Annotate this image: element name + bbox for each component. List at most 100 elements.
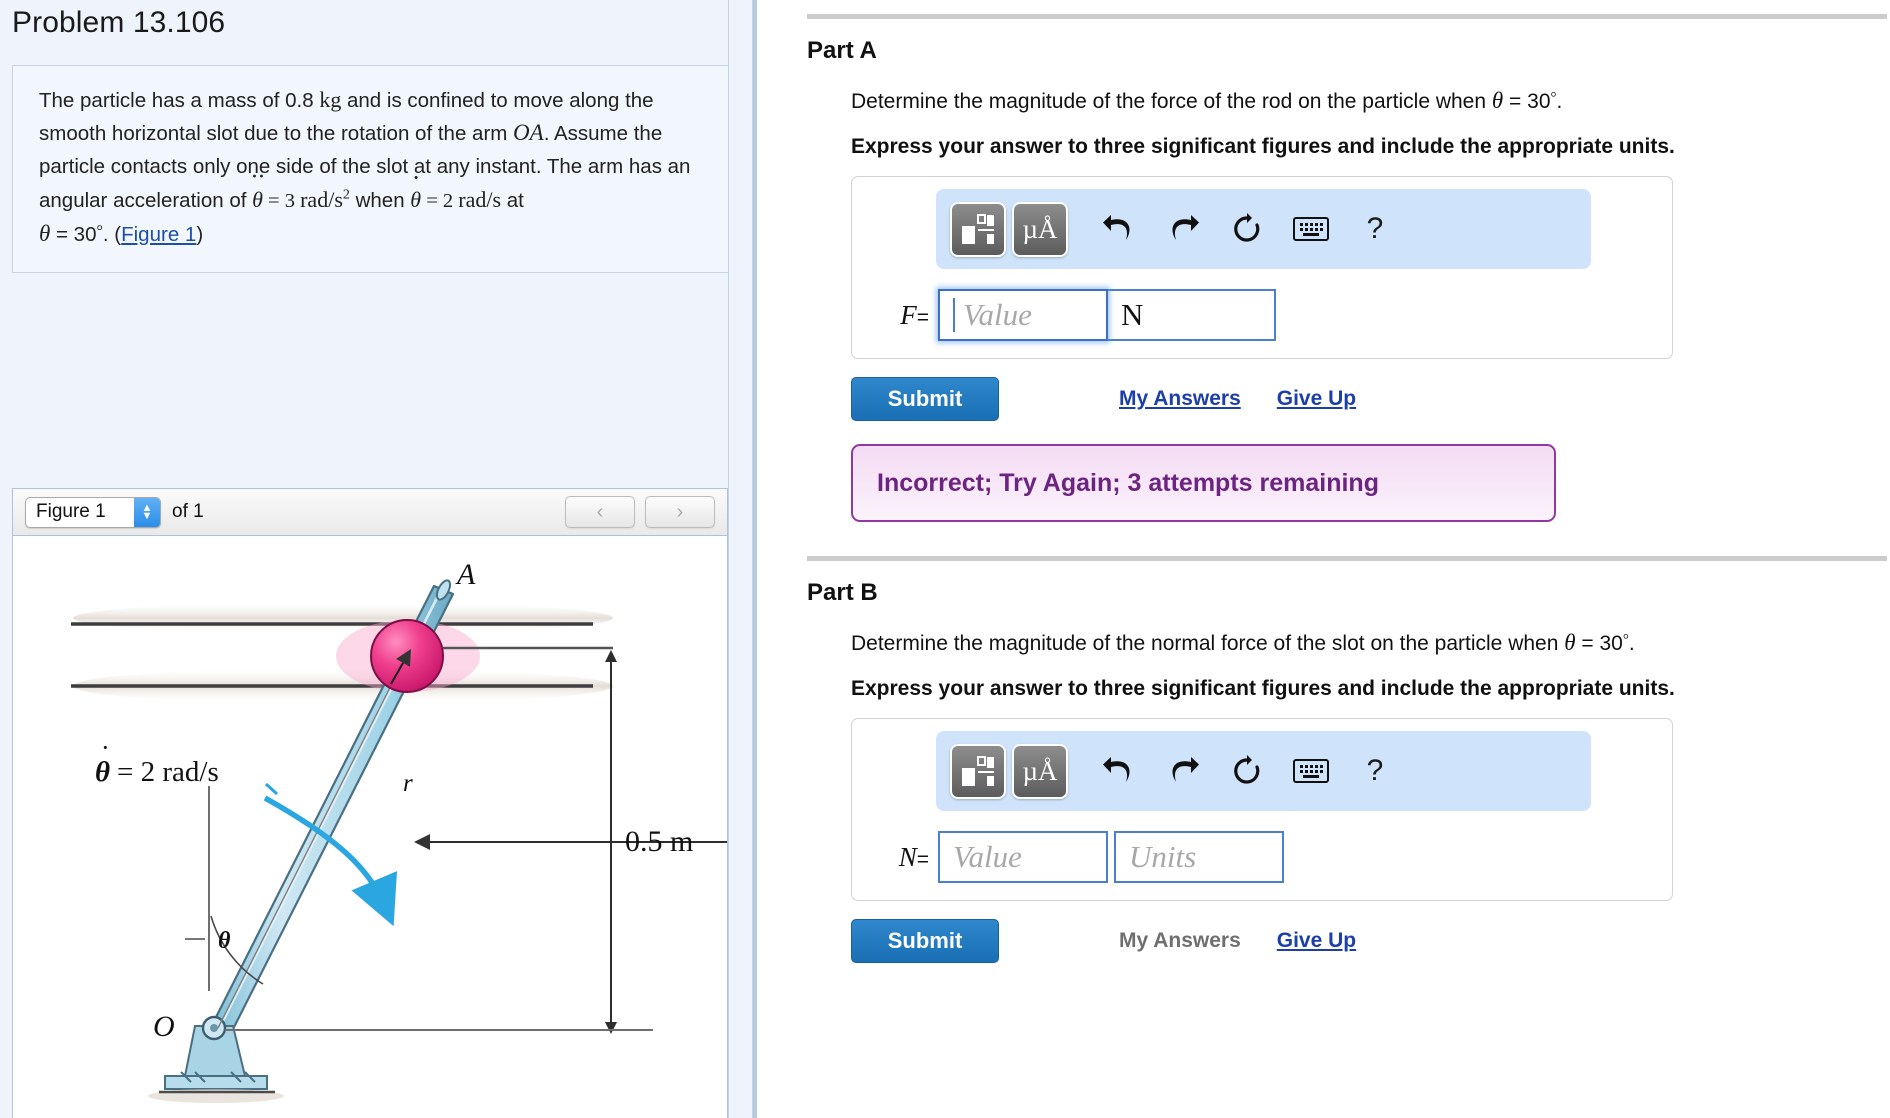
reset-glyph <box>1234 213 1260 242</box>
svg-text:= 2 rad/s: = 2 rad/s <box>117 756 219 788</box>
part-a-question: Determine the magnitude of the force of … <box>851 85 1878 117</box>
part-a-units-input[interactable]: N <box>1106 289 1276 342</box>
part-a-my-answers-link[interactable]: My Answers <box>1119 387 1241 411</box>
help-icon[interactable]: ? <box>1346 744 1404 799</box>
problem-statement-box: The particle has a mass of 0.8 kg and is… <box>12 65 741 273</box>
part-a-submit-row: Submit My Answers Give Up <box>851 377 1878 422</box>
units-glyph: µÅ <box>1022 755 1058 786</box>
part-a-question-eq: = 30 <box>1503 90 1551 113</box>
reset-glyph <box>1234 755 1260 784</box>
figure-select-label: Figure 1 <box>36 501 106 522</box>
divider-part-a <box>807 14 1887 19</box>
text-caret <box>953 298 955 333</box>
part-a-question-suffix: . <box>1556 90 1563 113</box>
part-b-question: Determine the magnitude of the normal fo… <box>851 627 1878 659</box>
template-icon[interactable] <box>950 743 1006 799</box>
part-b-submit-button[interactable]: Submit <box>851 919 999 964</box>
part-a-submit-button[interactable]: Submit <box>851 377 999 422</box>
figure-count-label: of 1 <box>172 501 204 522</box>
page-title: Problem 13.106 <box>12 6 226 39</box>
units-icon[interactable]: µÅ <box>1012 743 1068 799</box>
figure-prev-button[interactable]: ‹ <box>565 496 635 528</box>
part-a-feedback-banner: Incorrect; Try Again; 3 attempts remaini… <box>851 444 1556 523</box>
template-icon[interactable] <box>950 201 1006 257</box>
unit-kg: kg <box>319 87 342 112</box>
diagram-theta-label: θ <box>218 928 231 954</box>
chevron-updown-icon: ▲ ▼ <box>134 497 160 527</box>
part-b-variable-label: N= <box>898 841 929 872</box>
redo-icon[interactable] <box>1154 202 1212 257</box>
figure-1-link[interactable]: Figure 1 <box>121 223 196 246</box>
undo-glyph <box>1103 215 1130 241</box>
figure-next-button[interactable]: › <box>645 496 715 528</box>
help-icon[interactable]: ? <box>1346 202 1404 257</box>
theta-symbol: θ <box>39 220 51 246</box>
problem-pane: Problem 13.106 The particle has a mass o… <box>0 0 757 1118</box>
figure-toolbar: Figure 1 ▲ ▼ of 1 ‹ › <box>13 489 727 536</box>
svg-text:·: · <box>101 733 110 762</box>
part-a-give-up-link[interactable]: Give Up <box>1277 387 1356 411</box>
part-a-input-row: F= Value N <box>882 289 1672 342</box>
reset-icon[interactable] <box>1218 744 1276 799</box>
part-b-theta-symbol: θ <box>1564 630 1576 656</box>
left-pane-scrollbar[interactable] <box>728 0 753 1118</box>
rad-per-s: rad/s <box>458 186 502 212</box>
rad-per-s-squared: rad/s2 <box>300 186 350 212</box>
statement-eq-3: = 30 <box>50 222 97 246</box>
units-icon[interactable]: µÅ <box>1012 201 1068 257</box>
redo-glyph <box>1172 215 1199 241</box>
keyboard-glyph <box>1293 217 1329 242</box>
part-b-instruction: Express your answer to three significant… <box>851 677 1675 701</box>
part-b-question-eq: = 30 <box>1575 632 1623 656</box>
diagram-label-O: O <box>153 1010 175 1043</box>
part-a-equation-toolbar: µÅ ? <box>936 189 1591 270</box>
keyboard-icon[interactable] <box>1282 202 1340 257</box>
figure-nav-buttons: ‹ › <box>565 496 715 528</box>
reset-icon[interactable] <box>1218 202 1276 257</box>
part-b-question-prefix: Determine the magnitude of the normal fo… <box>851 632 1565 656</box>
part-a-instruction: Express your answer to three significant… <box>851 135 1675 159</box>
statement-eq-2: = 2 <box>421 189 459 212</box>
part-b-question-suffix: . <box>1628 632 1635 656</box>
part-a-answer-box: µÅ ? F= Value N <box>851 176 1673 360</box>
statement-at: at <box>501 188 524 212</box>
undo-icon[interactable] <box>1090 202 1148 257</box>
statement-close: ) <box>196 222 204 246</box>
diagram-dimension-label: 0.5 m <box>625 825 693 858</box>
part-a-value-input[interactable]: Value <box>938 289 1108 342</box>
theta-dot-symbol: θ <box>410 183 421 216</box>
divider-part-b <box>807 556 1887 562</box>
problem-statement-text: The particle has a mass of 0.8 kg and is… <box>39 83 718 252</box>
units-glyph: µÅ <box>1022 213 1058 244</box>
figure-select[interactable]: Figure 1 ▲ ▼ <box>25 496 161 528</box>
figure-panel: Figure 1 ▲ ▼ of 1 ‹ › θ A O r 0.5 m θ · … <box>12 488 728 1118</box>
answer-pane: Part A Determine the magnitude of the fo… <box>761 0 1890 1118</box>
statement-when: when <box>349 188 411 212</box>
redo-glyph <box>1172 757 1199 783</box>
part-b-title: Part B <box>807 579 878 607</box>
part-b-give-up-link[interactable]: Give Up <box>1277 929 1356 953</box>
diagram-theta-dot-label: θ · = 2 rad/s <box>95 733 219 788</box>
part-b-answer-box: µÅ ? N= Value Units <box>851 718 1673 902</box>
part-b-body: Determine the magnitude of the normal fo… <box>807 627 1878 964</box>
part-b-equation-toolbar: µÅ ? <box>936 731 1591 812</box>
keyboard-glyph <box>1293 759 1329 784</box>
part-b-units-input[interactable]: Units <box>1114 831 1284 884</box>
redo-icon[interactable] <box>1154 744 1212 799</box>
figure-canvas: θ A O r 0.5 m θ · = 2 rad/s <box>13 536 727 1118</box>
part-b-submit-row: Submit My Answers Give Up <box>851 919 1878 964</box>
statement-seg-1: The particle has a mass of 0.8 <box>39 89 320 112</box>
undo-icon[interactable] <box>1090 744 1148 799</box>
part-a-body: Determine the magnitude of the force of … <box>807 85 1878 523</box>
diagram-label-r: r <box>403 770 413 797</box>
part-b-input-row: N= Value Units <box>882 831 1672 884</box>
part-a-variable-label: F= <box>900 299 929 330</box>
undo-glyph <box>1103 757 1130 783</box>
mechanism-diagram: θ A O r 0.5 m θ · = 2 rad/s <box>71 558 727 1103</box>
theta-double-dot-symbol: θ <box>252 183 263 216</box>
part-b-value-input[interactable]: Value <box>938 831 1108 884</box>
arm-label-OA: OA <box>513 120 544 146</box>
template-glyph <box>962 214 994 245</box>
keyboard-icon[interactable] <box>1282 744 1340 799</box>
statement-period: . ( <box>102 222 122 246</box>
